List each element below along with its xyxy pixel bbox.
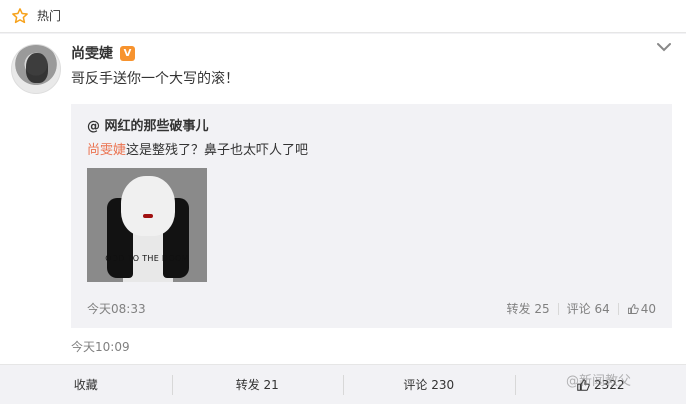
quoted-like-button[interactable]: 40	[627, 301, 656, 317]
post-time[interactable]: 今天10:09	[71, 339, 130, 355]
quoted-author[interactable]: @ 网红的那些破事儿	[87, 118, 209, 136]
quoted-text-rest: 这是整残了？鼻子也太吓人了吧	[126, 143, 309, 158]
hot-section-header: 热门	[0, 0, 686, 33]
quoted-stats: 转发 25 评论 64 40	[507, 301, 656, 317]
quoted-text: 尚雯婕这是整残了？鼻子也太吓人了吧	[87, 142, 308, 160]
star-outline-icon	[12, 8, 28, 24]
avatar[interactable]	[11, 44, 61, 94]
thumbs-up-icon	[627, 304, 639, 314]
repost-button[interactable]: 转发 21	[171, 365, 344, 404]
quoted-time[interactable]: 今天08:33	[87, 301, 146, 317]
quoted-image[interactable]: ODD TO THE DOOM	[87, 168, 207, 282]
hot-label: 热门	[37, 9, 62, 23]
favorite-label: 收藏	[73, 378, 98, 392]
comment-label: 评论 230	[403, 378, 455, 392]
chevron-down-icon[interactable]	[657, 42, 671, 52]
repost-label: 转发 21	[235, 378, 279, 392]
post-card: 尚雯婕 V 哥反手送你一个大写的滚！ @ 网红的那些破事儿 尚雯婕这是整残了？鼻…	[0, 34, 686, 364]
quoted-repost-button[interactable]: 转发 25	[507, 301, 550, 317]
quoted-post: @ 网红的那些破事儿 尚雯婕这是整残了？鼻子也太吓人了吧 ODD TO THE …	[71, 104, 672, 328]
post-username[interactable]: 尚雯婕	[71, 44, 113, 64]
quoted-mention-link[interactable]: 尚雯婕	[87, 143, 126, 158]
quoted-comment-button[interactable]: 评论 64	[567, 301, 610, 317]
watermark: @新闻教父	[566, 374, 632, 389]
quoted-like-count: 40	[640, 302, 656, 316]
quoted-image-caption: ODD TO THE DOOM	[105, 254, 189, 263]
post-text: 哥反手送你一个大写的滚！	[71, 71, 239, 87]
favorite-button[interactable]: 收藏	[0, 365, 172, 404]
verified-badge-icon: V	[120, 46, 135, 61]
comment-button[interactable]: 评论 230	[343, 365, 515, 404]
